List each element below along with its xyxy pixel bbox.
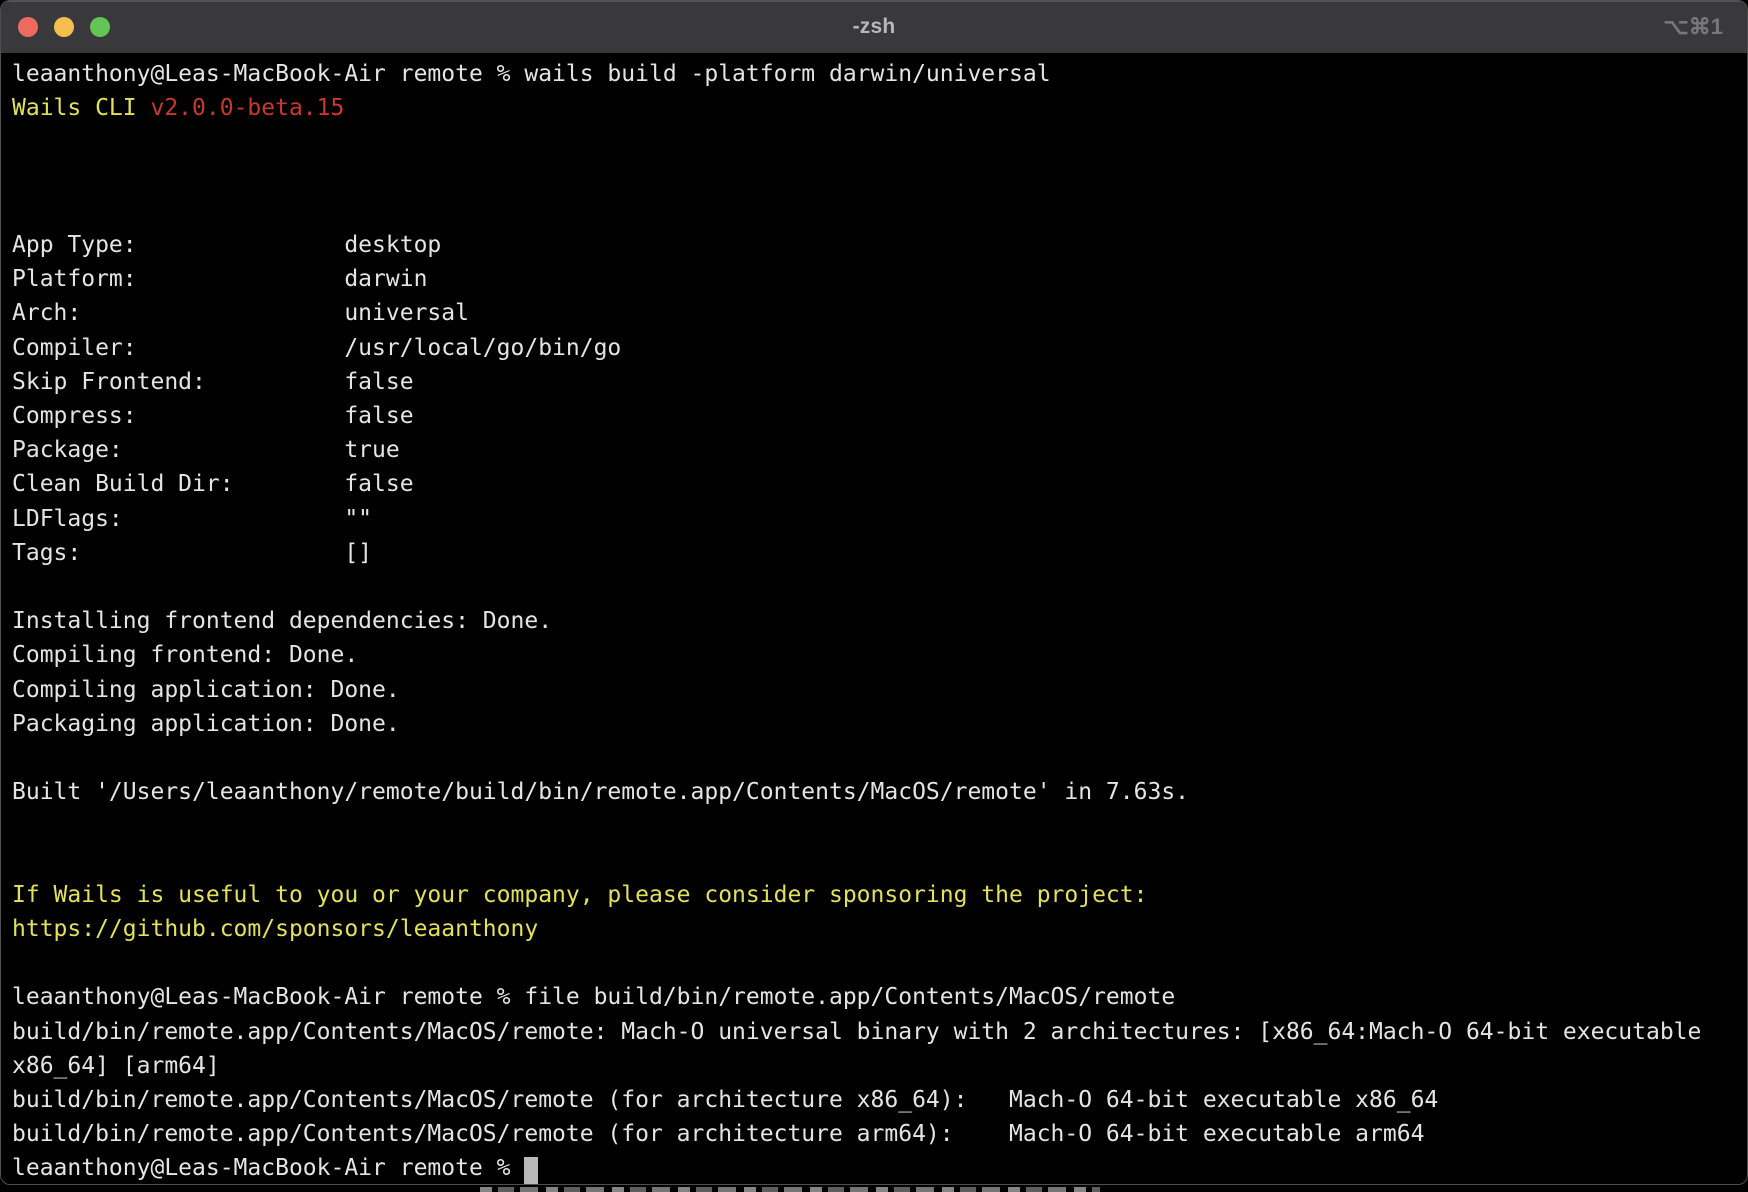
terminal-line: Compiler: /usr/local/go/bin/go bbox=[12, 331, 1747, 365]
text-segment: Compiling frontend: Done. bbox=[12, 642, 358, 668]
terminal-line: Packaging application: Done. bbox=[12, 707, 1747, 741]
text-segment: If Wails is useful to you or your compan… bbox=[12, 882, 1147, 908]
text-segment: Arch: universal bbox=[12, 300, 469, 326]
text-segment: leaanthony@Leas-MacBook-Air remote % fil… bbox=[12, 984, 1175, 1010]
terminal-line: x86_64] [arm64] bbox=[12, 1049, 1747, 1083]
terminal-line: App Type: desktop bbox=[12, 228, 1747, 262]
terminal-line: If Wails is useful to you or your compan… bbox=[12, 878, 1747, 912]
zoom-button[interactable] bbox=[90, 17, 110, 37]
text-segment: Compiler: /usr/local/go/bin/go bbox=[12, 335, 621, 361]
terminal-line: leaanthony@Leas-MacBook-Air remote % wai… bbox=[12, 57, 1747, 91]
text-segment: App Type: desktop bbox=[12, 232, 441, 258]
terminal-cursor bbox=[524, 1157, 538, 1185]
terminal-line: Platform: darwin bbox=[12, 262, 1747, 296]
window-title: -zsh bbox=[1, 15, 1747, 39]
text-segment: Tags: [] bbox=[12, 540, 372, 566]
text-segment: v2.0.0-beta.15 bbox=[150, 95, 344, 121]
text-segment: leaanthony@Leas-MacBook-Air remote % wai… bbox=[12, 61, 1051, 87]
tab-shortcut-label: ⌥⌘1 bbox=[1663, 1, 1723, 53]
terminal-line: Wails CLI v2.0.0-beta.15 bbox=[12, 91, 1747, 125]
terminal-line: Arch: universal bbox=[12, 296, 1747, 330]
text-segment: Platform: darwin bbox=[12, 266, 427, 292]
terminal-line: Compiling application: Done. bbox=[12, 673, 1747, 707]
text-segment: Packaging application: Done. bbox=[12, 711, 400, 737]
titlebar[interactable]: -zsh ⌥⌘1 bbox=[1, 1, 1747, 53]
terminal-line: https://github.com/sponsors/leaanthony bbox=[12, 912, 1747, 946]
terminal-line bbox=[12, 194, 1747, 228]
text-segment: build/bin/remote.app/Contents/MacOS/remo… bbox=[12, 1019, 1701, 1045]
minimize-button[interactable] bbox=[54, 17, 74, 37]
background-window-sliver bbox=[480, 1187, 1100, 1192]
text-segment: Clean Build Dir: false bbox=[12, 471, 414, 497]
terminal-screen[interactable]: leaanthony@Leas-MacBook-Air remote % wai… bbox=[1, 53, 1747, 1185]
terminal-line: build/bin/remote.app/Contents/MacOS/remo… bbox=[12, 1083, 1747, 1117]
close-button[interactable] bbox=[18, 17, 38, 37]
terminal-line: build/bin/remote.app/Contents/MacOS/remo… bbox=[12, 1117, 1747, 1151]
terminal-line: Package: true bbox=[12, 433, 1747, 467]
terminal-line: Clean Build Dir: false bbox=[12, 467, 1747, 501]
terminal-line bbox=[12, 809, 1747, 843]
terminal-line: Tags: [] bbox=[12, 536, 1747, 570]
text-segment: build/bin/remote.app/Contents/MacOS/remo… bbox=[12, 1121, 1424, 1147]
terminal-line bbox=[12, 741, 1747, 775]
text-segment: x86_64] [arm64] bbox=[12, 1053, 220, 1079]
text-segment: Compress: false bbox=[12, 403, 414, 429]
text-segment: Skip Frontend: false bbox=[12, 369, 414, 395]
text-segment: Built '/Users/leaanthony/remote/build/bi… bbox=[12, 779, 1189, 805]
terminal-line: Compiling frontend: Done. bbox=[12, 638, 1747, 672]
text-segment: build/bin/remote.app/Contents/MacOS/remo… bbox=[12, 1087, 1438, 1113]
text-segment: Compiling application: Done. bbox=[12, 677, 400, 703]
terminal-line bbox=[12, 844, 1747, 878]
text-segment: https://github.com/sponsors/leaanthony bbox=[12, 916, 538, 942]
terminal-line: leaanthony@Leas-MacBook-Air remote % fil… bbox=[12, 980, 1747, 1014]
terminal-line: Compress: false bbox=[12, 399, 1747, 433]
text-segment: Package: true bbox=[12, 437, 400, 463]
terminal-line: Skip Frontend: false bbox=[12, 365, 1747, 399]
terminal-line: leaanthony@Leas-MacBook-Air remote % bbox=[12, 1151, 1747, 1185]
terminal-line: Built '/Users/leaanthony/remote/build/bi… bbox=[12, 775, 1747, 809]
terminal-line: LDFlags: "" bbox=[12, 502, 1747, 536]
terminal-line bbox=[12, 160, 1747, 194]
terminal-window: -zsh ⌥⌘1 leaanthony@Leas-MacBook-Air rem… bbox=[0, 0, 1748, 1185]
terminal-line bbox=[12, 570, 1747, 604]
terminal-line bbox=[12, 125, 1747, 159]
text-segment: LDFlags: "" bbox=[12, 506, 372, 532]
terminal-line: Installing frontend dependencies: Done. bbox=[12, 604, 1747, 638]
traffic-lights bbox=[18, 1, 110, 53]
terminal-line: build/bin/remote.app/Contents/MacOS/remo… bbox=[12, 1015, 1747, 1049]
terminal-line bbox=[12, 946, 1747, 980]
text-segment: Installing frontend dependencies: Done. bbox=[12, 608, 552, 634]
text-segment: Wails CLI bbox=[12, 95, 150, 121]
text-segment: leaanthony@Leas-MacBook-Air remote % bbox=[12, 1155, 524, 1181]
